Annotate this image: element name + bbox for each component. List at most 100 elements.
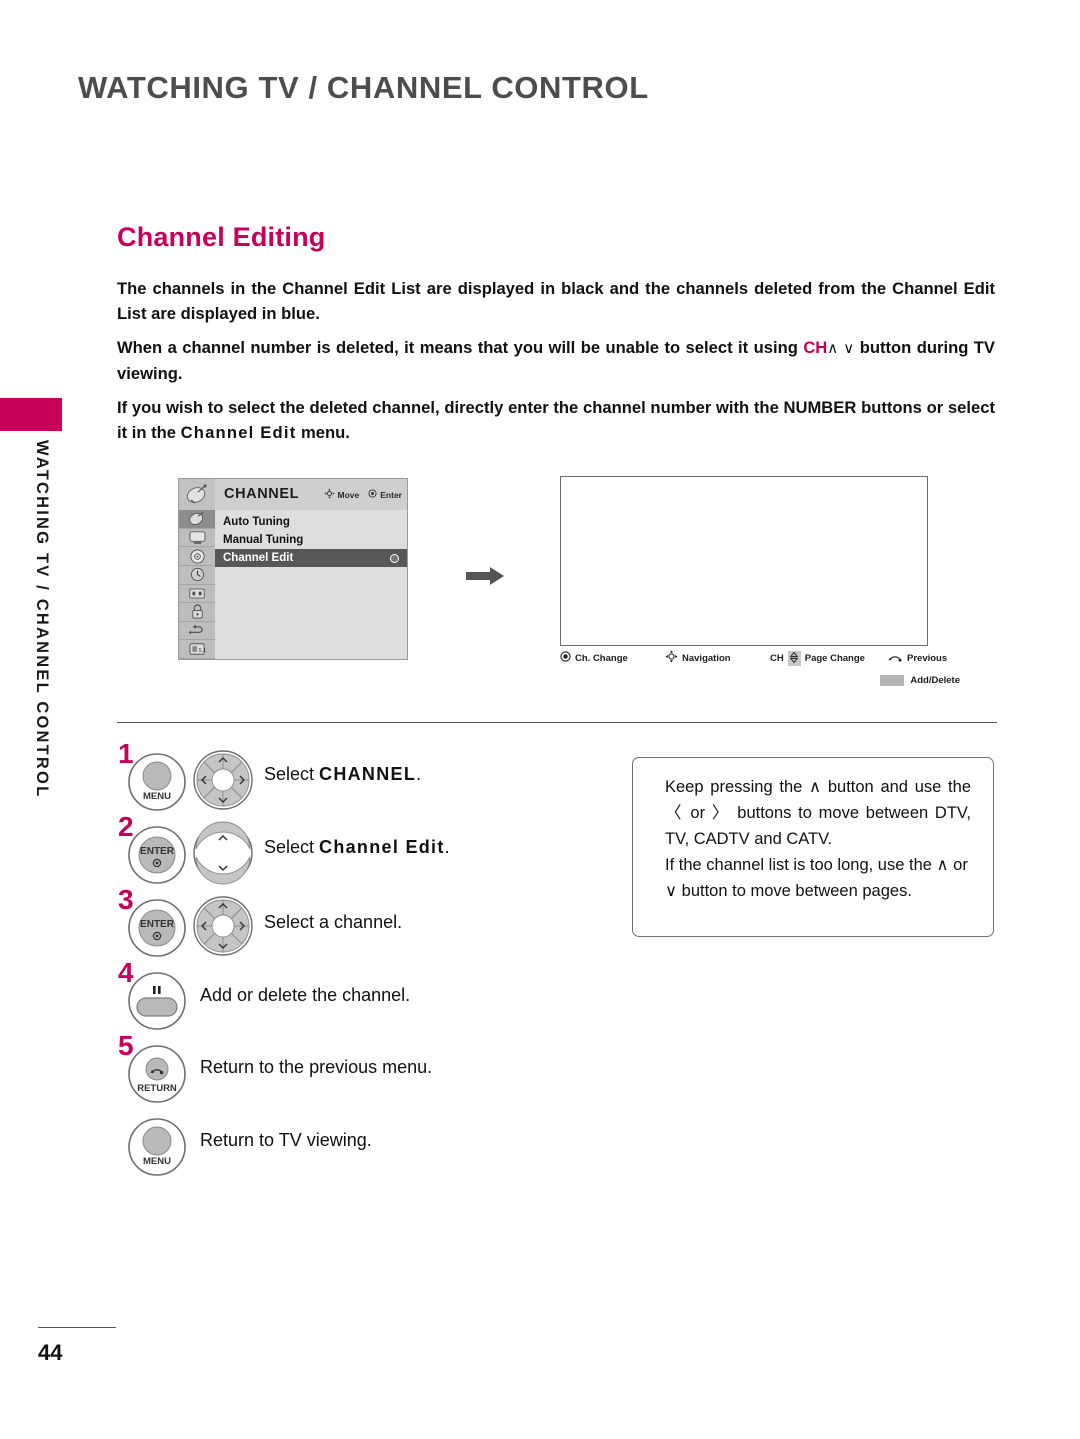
ch-accent-label: CH	[803, 338, 828, 357]
section-divider	[117, 722, 997, 723]
section-heading: Channel Editing	[117, 222, 326, 252]
step-text-6-prefix: Return to TV viewing.	[200, 1130, 372, 1150]
osd-hint-enter: Enter	[368, 489, 402, 500]
footer-rule	[38, 1327, 116, 1328]
step-text-1-suffix: .	[416, 764, 422, 784]
osd-item-auto-tuning[interactable]: Auto Tuning	[215, 513, 407, 531]
svg-text:MENU: MENU	[143, 1156, 171, 1167]
enter-button-2[interactable]: ENTER	[124, 825, 190, 885]
step-text-3: Select a channel.	[264, 912, 402, 933]
svg-text:RETURN: RETURN	[137, 1083, 177, 1094]
osd-item-channel-edit-label: Channel Edit	[223, 552, 294, 564]
intro-paragraphs: The channels in the Channel Edit List ar…	[117, 276, 995, 445]
intro-paragraph-2: When a channel number is deleted, it mea…	[117, 335, 995, 386]
osd-menu-list: Auto Tuning Manual Tuning Channel Edit	[215, 510, 407, 659]
intro-p1-text: The channels in the Channel Edit List ar…	[117, 279, 995, 323]
tv-legend-row-1: Ch. Change Navigation CH Page Change Pre…	[560, 650, 960, 666]
audio-icon[interactable]	[179, 547, 215, 566]
osd-item-channel-edit[interactable]: Channel Edit	[215, 549, 407, 567]
return-button[interactable]: RETURN	[124, 1044, 190, 1104]
osd-item-manual-tuning-label: Manual Tuning	[223, 534, 304, 546]
picture-icon[interactable]	[179, 529, 215, 548]
sidebar-accent-tab	[0, 398, 62, 431]
flow-arrow-icon	[466, 566, 506, 586]
step-text-5: Return to the previous menu.	[200, 1057, 432, 1078]
legend-navigation: Navigation	[665, 650, 770, 666]
note-line-2: If the channel list is too long, use the…	[665, 856, 968, 900]
gray-key-icon	[880, 675, 905, 686]
legend-ch-change: Ch. Change	[560, 651, 665, 665]
input-icon[interactable]	[179, 622, 215, 641]
legend-previous-label: Previous	[907, 652, 948, 664]
osd-hint-enter-label: Enter	[380, 489, 402, 500]
intro-paragraph-1: The channels in the Channel Edit List ar…	[117, 276, 995, 326]
osd-header: CHANNEL Move Enter	[179, 479, 407, 511]
ch-updown-glyph: ∧ ∨	[827, 340, 855, 357]
steps-list: 1 MENU Select CHANNEL. 2 ENTER Select Ch…	[0, 740, 640, 1178]
intro-paragraph-3: If you wish to select the deleted channe…	[117, 395, 995, 445]
intro-p3-text-b: menu.	[296, 423, 350, 442]
return-arrow-icon	[888, 651, 903, 665]
osd-icon-rail: 5.1	[179, 510, 215, 659]
step-row-3: 3 ENTER Select a channel.	[0, 886, 640, 959]
ch-updown-icon	[787, 650, 801, 666]
svg-text:5.1: 5.1	[198, 648, 205, 654]
legend-previous: Previous	[888, 651, 947, 665]
svg-text:ENTER: ENTER	[140, 846, 175, 857]
step-row-2: 2 ENTER Select Channel Edit.	[0, 813, 640, 886]
osd-hint-move: Move	[323, 488, 360, 501]
page-title: WATCHING TV / CHANNEL CONTROL	[78, 70, 649, 105]
four-way-arrow-icon	[665, 650, 678, 666]
tv-legend: Ch. Change Navigation CH Page Change Pre…	[560, 650, 960, 686]
intro-p2-text-a: When a channel number is deleted, it mea…	[117, 338, 804, 357]
legend-page-change: CH Page Change	[770, 650, 888, 666]
tv-screen-preview	[560, 476, 928, 646]
enter-button-3[interactable]: ENTER	[124, 898, 190, 958]
osd-body: 5.1 Auto Tuning Manual Tuning Channel Ed…	[179, 510, 407, 659]
satellite-dish-icon	[179, 479, 215, 510]
step-text-2-prefix: Select	[264, 837, 320, 857]
legend-page-change-label: Page Change	[804, 652, 865, 664]
menu-button-6[interactable]: MENU	[124, 1117, 190, 1177]
step-text-2-suffix: .	[444, 837, 450, 857]
osd-title: CHANNEL	[224, 486, 300, 502]
step-text-4-prefix: Add or delete the channel.	[200, 985, 411, 1005]
step-text-6: Return to TV viewing.	[200, 1130, 372, 1151]
time-icon[interactable]	[179, 566, 215, 585]
step-text-2: Select Channel Edit.	[264, 837, 450, 858]
step-text-1-bold: CHANNEL	[319, 764, 417, 784]
osd-channel-menu: CHANNEL Move Enter 5.1 Auto Tuning Manua…	[178, 478, 408, 660]
osd-item-auto-tuning-label: Auto Tuning	[223, 516, 290, 528]
enter-circle-icon	[560, 651, 571, 665]
legend-ch-change-label: Ch. Change	[575, 652, 628, 664]
updown-arrows-2[interactable]	[190, 821, 256, 885]
enter-circle-icon	[368, 489, 377, 500]
dpad-four-way-3[interactable]	[190, 894, 256, 958]
step-row-1: 1 MENU Select CHANNEL.	[0, 740, 640, 813]
option-icon[interactable]	[179, 585, 215, 604]
step-row-6: MENU Return to TV viewing.	[0, 1105, 640, 1178]
figure-row: CHANNEL Move Enter 5.1 Auto Tuning Manua…	[0, 470, 1080, 700]
step-row-5: 5 RETURN Return to the previous menu.	[0, 1032, 640, 1105]
lock-icon[interactable]	[179, 603, 215, 622]
step-text-3-prefix: Select a channel.	[264, 912, 403, 932]
legend-add-delete-label: Add/Delete	[910, 675, 960, 686]
page-number: 44	[38, 1340, 63, 1365]
four-way-arrow-icon	[323, 488, 335, 501]
note-box: Keep pressing the ∧ button and use the 〈…	[632, 757, 994, 937]
channel-icon[interactable]	[179, 510, 215, 529]
note-line-1: Keep pressing the ∧ button and use the 〈…	[665, 778, 971, 848]
legend-navigation-label: Navigation	[682, 652, 731, 664]
enter-circle-icon	[390, 553, 399, 563]
svg-text:ENTER: ENTER	[140, 919, 175, 930]
dpad-four-way-1[interactable]	[190, 748, 256, 812]
osd-hints: Move Enter	[323, 488, 402, 501]
menu-button-1[interactable]: MENU	[124, 752, 190, 812]
step-text-1-prefix: Select	[264, 764, 320, 784]
usb-icon[interactable]: 5.1	[179, 640, 215, 659]
osd-hint-move-label: Move	[337, 489, 360, 500]
pause-bar-button[interactable]	[124, 971, 190, 1031]
osd-item-manual-tuning[interactable]: Manual Tuning	[215, 531, 407, 549]
step-text-1: Select CHANNEL.	[264, 764, 421, 785]
legend-page-change-prefix: CH	[770, 652, 784, 664]
